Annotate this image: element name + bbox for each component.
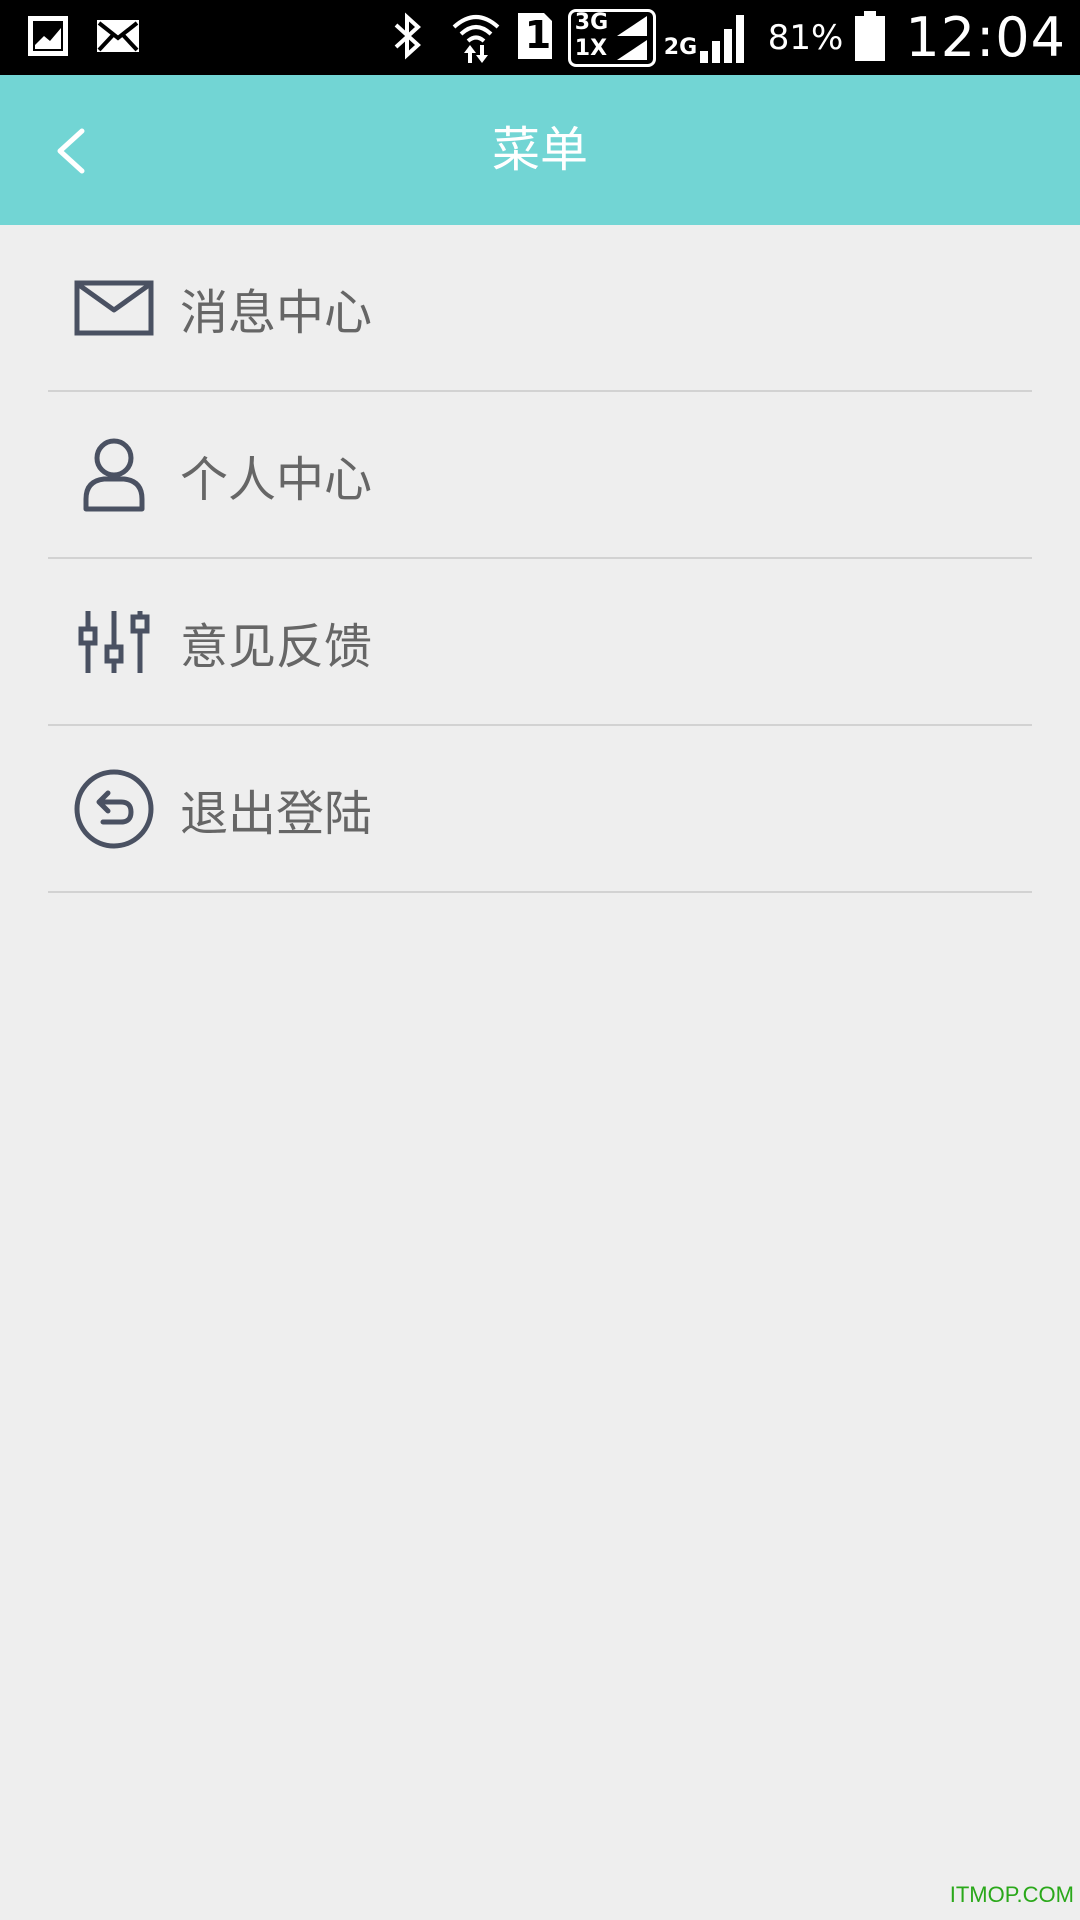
menu-item-label: 退出登陆 xyxy=(180,785,373,842)
status-bar-system: 1 3G 1X 2G 81% 12:04 xyxy=(390,0,1066,75)
menu-item-label: 消息中心 xyxy=(180,284,373,341)
menu-item-label: 意见反馈 xyxy=(180,618,373,675)
sliders-icon xyxy=(71,599,157,685)
menu-item-feedback[interactable]: 意见反馈 xyxy=(48,559,1032,726)
menu-item-label: 个人中心 xyxy=(180,451,373,508)
battery-icon xyxy=(855,10,886,65)
sim-icon: 1 xyxy=(516,11,554,65)
status-bar: 1 3G 1X 2G 81% 12:04 xyxy=(0,0,1080,75)
user-icon xyxy=(71,432,157,518)
menu-list: 消息中心 个人中心 意见反馈 退出登陆 xyxy=(0,225,1080,893)
battery-percent: 81% xyxy=(767,17,844,58)
signal-2g-icon: 2G xyxy=(664,9,750,67)
menu-item-message-center[interactable]: 消息中心 xyxy=(48,225,1032,392)
menu-item-personal-center[interactable]: 个人中心 xyxy=(48,392,1032,559)
mail-icon xyxy=(71,265,157,351)
watermark: ITMOP.COM xyxy=(949,1882,1074,1907)
menu-item-logout[interactable]: 退出登陆 xyxy=(48,726,1032,893)
network-2g-label: 2G xyxy=(663,34,698,60)
image-icon xyxy=(26,14,70,62)
mail-icon xyxy=(96,19,140,57)
network-1x-label: 1X xyxy=(574,35,608,61)
network-3g-label: 3G xyxy=(574,9,609,35)
clock: 12:04 xyxy=(905,6,1066,69)
status-bar-notifications xyxy=(26,14,140,62)
wifi-icon xyxy=(450,9,502,67)
bluetooth-icon xyxy=(390,11,426,65)
app-header: 菜单 xyxy=(0,75,1080,225)
logout-icon xyxy=(71,766,157,852)
sim-slot-label: 1 xyxy=(524,12,552,57)
page-title: 菜单 xyxy=(491,122,588,178)
signal-3g-1x-icon: 3G 1X xyxy=(567,8,656,67)
